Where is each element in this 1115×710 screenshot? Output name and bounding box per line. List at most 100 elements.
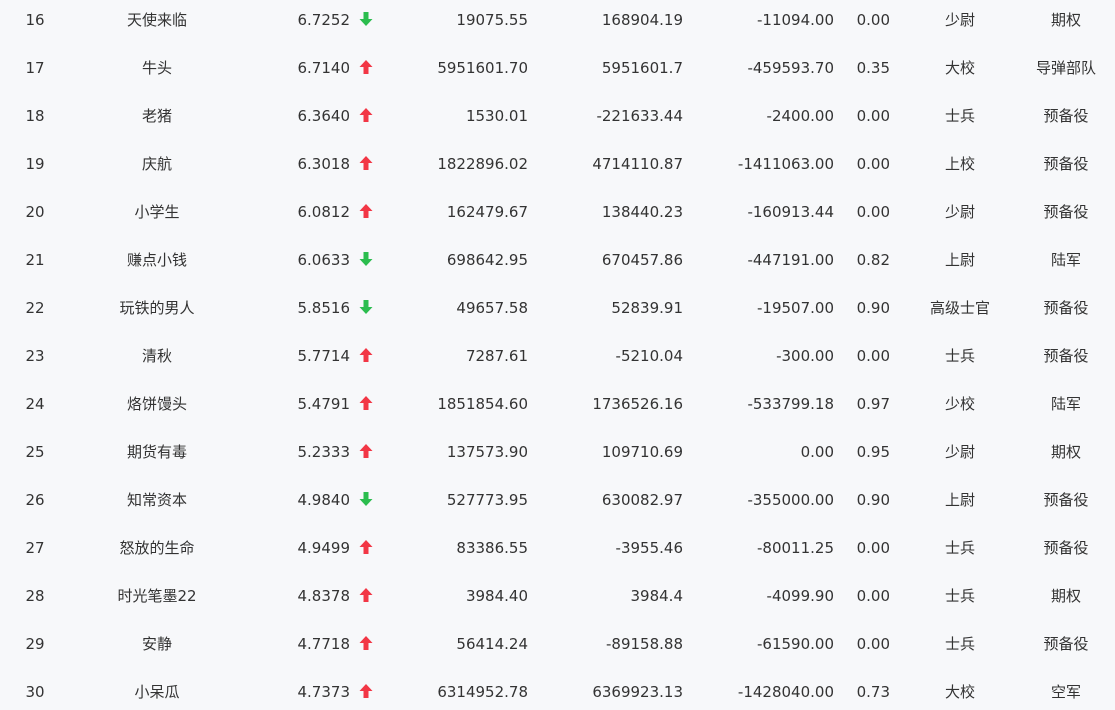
trend-cell	[358, 240, 378, 288]
value-b-cell: 630082.97	[601, 491, 683, 509]
score-cell: 6.3640	[297, 107, 351, 125]
name-cell[interactable]: 清秋	[82, 336, 232, 384]
trend-up-arrow-icon	[359, 395, 373, 410]
trend-up-arrow-icon	[359, 107, 373, 122]
trend-up-arrow-icon	[359, 203, 373, 218]
rank-cell: 26	[25, 491, 45, 509]
value-a-cell: 137573.90	[446, 443, 528, 461]
table-row[interactable]: 20 小学生 6.0812 162479.67 138440.23 -16091…	[0, 192, 1115, 240]
name-cell[interactable]: 时光笔墨22	[82, 576, 232, 624]
table-row[interactable]: 22 玩铁的男人 5.8516 49657.58 52839.91 -19507…	[0, 288, 1115, 336]
value-b-cell: 52839.91	[611, 299, 683, 317]
table-row[interactable]: 18 老猪 6.3640 1530.01 -221633.44 -2400.00…	[0, 96, 1115, 144]
value-c-cell: -1411063.00	[737, 155, 834, 173]
rank-cell: 20	[25, 203, 45, 221]
rank-cell: 30	[25, 683, 45, 701]
rank-cell: 19	[25, 155, 45, 173]
military-rank-cell: 少尉	[944, 11, 975, 29]
trend-cell	[358, 528, 378, 576]
value-b-cell: 6369923.13	[592, 683, 683, 701]
branch-cell: 预备役	[1043, 539, 1089, 557]
value-b-cell: -3955.46	[615, 539, 683, 557]
name-cell[interactable]: 赚点小钱	[82, 240, 232, 288]
trend-cell	[358, 192, 378, 240]
table-row[interactable]: 25 期货有毒 5.2333 137573.90 109710.69 0.00 …	[0, 432, 1115, 480]
value-b-cell: 5951601.7	[601, 59, 683, 77]
ratio-cell: 0.73	[856, 683, 890, 701]
value-c-cell: 0.00	[800, 443, 834, 461]
score-cell: 5.2333	[297, 443, 351, 461]
trend-cell	[358, 672, 378, 710]
name-cell[interactable]: 期货有毒	[82, 432, 232, 480]
value-c-cell: -4099.90	[766, 587, 834, 605]
trend-down-arrow-icon	[359, 251, 373, 266]
trend-cell	[358, 576, 378, 624]
value-c-cell: -160913.44	[747, 203, 834, 221]
table-row[interactable]: 29 安静 4.7718 56414.24 -89158.88 -61590.0…	[0, 624, 1115, 672]
value-c-cell: -1428040.00	[737, 683, 834, 701]
ratio-cell: 0.00	[856, 11, 890, 29]
value-a-cell: 49657.58	[456, 299, 528, 317]
trend-cell	[358, 144, 378, 192]
name-cell[interactable]: 知常资本	[82, 480, 232, 528]
name-cell[interactable]: 怒放的生命	[82, 528, 232, 576]
branch-cell: 空军	[1050, 683, 1081, 701]
name-cell[interactable]: 牛头	[82, 48, 232, 96]
value-c-cell: -533799.18	[747, 395, 834, 413]
table-row[interactable]: 27 怒放的生命 4.9499 83386.55 -3955.46 -80011…	[0, 528, 1115, 576]
table-row[interactable]: 17 牛头 6.7140 5951601.70 5951601.7 -45959…	[0, 48, 1115, 96]
value-a-cell: 19075.55	[456, 11, 528, 29]
trend-cell	[358, 48, 378, 96]
value-c-cell: -447191.00	[747, 251, 834, 269]
score-cell: 4.7718	[297, 635, 351, 653]
name-cell[interactable]: 庆航	[82, 144, 232, 192]
trend-down-arrow-icon	[359, 299, 373, 314]
rank-cell: 27	[25, 539, 45, 557]
ratio-cell: 0.90	[856, 299, 890, 317]
value-b-cell: 138440.23	[601, 203, 683, 221]
value-c-cell: -19507.00	[757, 299, 834, 317]
score-cell: 6.0812	[297, 203, 351, 221]
name-cell[interactable]: 小学生	[82, 192, 232, 240]
branch-cell: 预备役	[1043, 491, 1089, 509]
name-cell[interactable]: 烙饼馒头	[82, 384, 232, 432]
score-cell: 6.0633	[297, 251, 351, 269]
value-a-cell: 83386.55	[456, 539, 528, 557]
name-cell[interactable]: 玩铁的男人	[82, 288, 232, 336]
table-row[interactable]: 28 时光笔墨22 4.8378 3984.40 3984.4 -4099.90…	[0, 576, 1115, 624]
branch-cell: 期权	[1050, 587, 1081, 605]
military-rank-cell: 高级士官	[929, 299, 990, 317]
table-row[interactable]: 24 烙饼馒头 5.4791 1851854.60 1736526.16 -53…	[0, 384, 1115, 432]
military-rank-cell: 上尉	[944, 491, 975, 509]
table-row[interactable]: 23 清秋 5.7714 7287.61 -5210.04 -300.00 0.…	[0, 336, 1115, 384]
value-b-cell: -221633.44	[596, 107, 683, 125]
table-row[interactable]: 30 小呆瓜 4.7373 6314952.78 6369923.13 -142…	[0, 672, 1115, 710]
name-cell[interactable]: 安静	[82, 624, 232, 672]
name-cell[interactable]: 老猪	[82, 96, 232, 144]
table-row[interactable]: 16 天使来临 6.7252 19075.55 168904.19 -11094…	[0, 0, 1115, 48]
trend-up-arrow-icon	[359, 347, 373, 362]
value-c-cell: -355000.00	[747, 491, 834, 509]
name-cell[interactable]: 小呆瓜	[82, 672, 232, 710]
military-rank-cell: 大校	[944, 683, 975, 701]
table-row[interactable]: 21 赚点小钱 6.0633 698642.95 670457.86 -4471…	[0, 240, 1115, 288]
trend-up-arrow-icon	[359, 635, 373, 650]
table-row[interactable]: 19 庆航 6.3018 1822896.02 4714110.87 -1411…	[0, 144, 1115, 192]
value-b-cell: 670457.86	[601, 251, 683, 269]
branch-cell: 陆军	[1050, 395, 1081, 413]
ratio-cell: 0.95	[856, 443, 890, 461]
name-cell[interactable]: 天使来临	[82, 0, 232, 48]
trend-up-arrow-icon	[359, 443, 373, 458]
table-row[interactable]: 26 知常资本 4.9840 527773.95 630082.97 -3550…	[0, 480, 1115, 528]
military-rank-cell: 少尉	[944, 443, 975, 461]
value-c-cell: -459593.70	[747, 59, 834, 77]
ratio-cell: 0.82	[856, 251, 890, 269]
rank-cell: 28	[25, 587, 45, 605]
ratio-cell: 0.97	[856, 395, 890, 413]
branch-cell: 期权	[1050, 11, 1081, 29]
branch-cell: 预备役	[1043, 347, 1089, 365]
ratio-cell: 0.00	[856, 347, 890, 365]
military-rank-cell: 士兵	[944, 635, 975, 653]
value-c-cell: -80011.25	[757, 539, 834, 557]
value-c-cell: -61590.00	[757, 635, 834, 653]
